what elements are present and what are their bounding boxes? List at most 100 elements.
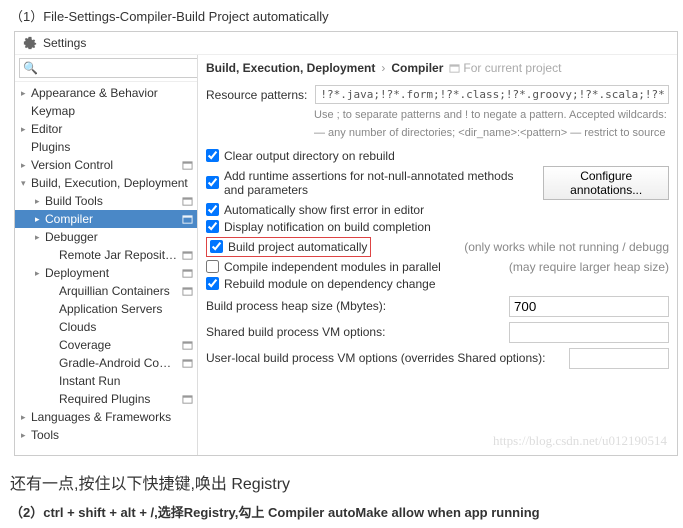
- tree-label: Clouds: [59, 320, 193, 334]
- check-label: Build project automatically: [228, 240, 367, 254]
- settings-window: Settings 🔍 ▸Appearance & BehaviorKeymap▸…: [14, 31, 678, 456]
- tree-label: Gradle-Android Compiler: [59, 356, 179, 370]
- tree-label: Build Tools: [45, 194, 179, 208]
- project-icon: [182, 340, 193, 351]
- settings-tree: ▸Appearance & BehaviorKeymap▸EditorPlugi…: [15, 82, 197, 446]
- check-row: Build project automatically (only works w…: [206, 237, 669, 257]
- sidebar-item-build-tools[interactable]: ▸Build Tools: [15, 192, 197, 210]
- checkbox-3[interactable]: [206, 220, 219, 233]
- crumb-parent: Build, Execution, Deployment: [206, 61, 375, 75]
- for-current-project: For current project: [449, 61, 561, 75]
- caret-icon: ▸: [21, 88, 31, 99]
- crumb-current: Compiler: [391, 61, 443, 75]
- sidebar-item-compiler[interactable]: ▸Compiler: [15, 210, 197, 228]
- sidebar-item-appearance-behavior[interactable]: ▸Appearance & Behavior: [15, 84, 197, 102]
- check-hint: (may require larger heap size): [509, 260, 669, 274]
- checkbox-5[interactable]: [206, 260, 219, 273]
- project-icon: [182, 160, 193, 171]
- sidebar-item-instant-run[interactable]: Instant Run: [15, 372, 197, 390]
- sidebar-item-application-servers[interactable]: Application Servers: [15, 300, 197, 318]
- caret-icon: ▸: [35, 268, 45, 279]
- sidebar-item-debugger[interactable]: ▸Debugger: [15, 228, 197, 246]
- caret-icon: ▸: [21, 160, 31, 171]
- tree-label: Required Plugins: [59, 392, 179, 406]
- sidebar-item-editor[interactable]: ▸Editor: [15, 120, 197, 138]
- tree-label: Keymap: [31, 104, 193, 118]
- search-row: 🔍: [15, 55, 197, 82]
- tree-label: Appearance & Behavior: [31, 86, 193, 100]
- caret-icon: ▸: [35, 196, 45, 207]
- caret-icon: ▸: [35, 214, 45, 225]
- tree-label: Deployment: [45, 266, 179, 280]
- sidebar-item-required-plugins[interactable]: Required Plugins: [15, 390, 197, 408]
- sidebar-item-deployment[interactable]: ▸Deployment: [15, 264, 197, 282]
- project-icon: [182, 250, 193, 261]
- search-icon: 🔍: [23, 61, 38, 75]
- sidebar-item-clouds[interactable]: Clouds: [15, 318, 197, 336]
- checkbox-1[interactable]: [206, 176, 219, 189]
- tree-label: Compiler: [45, 212, 179, 226]
- shared-vm-input[interactable]: [509, 322, 669, 343]
- heap-size-input[interactable]: [509, 296, 669, 317]
- tree-label: Remote Jar Repositories: [59, 248, 179, 262]
- check-row: Clear output directory on rebuild: [206, 149, 669, 163]
- check-label: Automatically show first error in editor: [224, 203, 424, 217]
- sidebar-item-remote-jar-repositories[interactable]: Remote Jar Repositories: [15, 246, 197, 264]
- user-vm-input[interactable]: [569, 348, 669, 369]
- sidebar-item-plugins[interactable]: Plugins: [15, 138, 197, 156]
- caret-icon: ▸: [35, 232, 45, 243]
- watermark: https://blog.csdn.net/u012190514: [493, 433, 667, 449]
- checkbox-4[interactable]: [210, 240, 223, 253]
- project-icon: [182, 268, 193, 279]
- checkbox-0[interactable]: [206, 149, 219, 162]
- check-label: Rebuild module on dependency change: [224, 277, 436, 291]
- search-input[interactable]: [19, 58, 198, 78]
- sidebar-item-build-execution-deployment[interactable]: ▾Build, Execution, Deployment: [15, 174, 197, 192]
- project-icon: [182, 286, 193, 297]
- tree-label: Plugins: [31, 140, 193, 154]
- tree-label: Tools: [31, 428, 193, 442]
- gear-icon: [23, 36, 37, 50]
- sidebar-item-gradle-android-compiler[interactable]: Gradle-Android Compiler: [15, 354, 197, 372]
- checkbox-6[interactable]: [206, 277, 219, 290]
- check-row: Display notification on build completion: [206, 220, 669, 234]
- check-label: Display notification on build completion: [224, 220, 431, 234]
- sidebar-item-languages-frameworks[interactable]: ▸Languages & Frameworks: [15, 408, 197, 426]
- main-panel: Build, Execution, Deployment › Compiler …: [198, 55, 677, 455]
- tree-label: Instant Run: [59, 374, 193, 388]
- check-hint: (only works while not running / debugg: [464, 240, 669, 254]
- check-row: Rebuild module on dependency change: [206, 277, 669, 291]
- registry-note: 还有一点,按住以下快捷键,唤出 Registry: [10, 470, 673, 494]
- sidebar-item-keymap[interactable]: Keymap: [15, 102, 197, 120]
- patterns-hint-1: Use ; to separate patterns and ! to nega…: [314, 108, 669, 122]
- sidebar-item-tools[interactable]: ▸Tools: [15, 426, 197, 444]
- step-1-text: （1）File-Settings-Compiler-Build Project …: [10, 6, 673, 25]
- project-icon: [449, 63, 460, 74]
- check-label: Compile independent modules in parallel: [224, 260, 441, 274]
- sidebar-item-version-control[interactable]: ▸Version Control: [15, 156, 197, 174]
- resource-patterns-input[interactable]: [315, 85, 669, 104]
- caret-icon: ▸: [21, 124, 31, 135]
- sidebar-item-arquillian-containers[interactable]: Arquillian Containers: [15, 282, 197, 300]
- check-row: Add runtime assertions for not-null-anno…: [206, 166, 669, 200]
- project-icon: [182, 214, 193, 225]
- project-icon: [182, 196, 193, 207]
- shared-vm-label: Shared build process VM options:: [206, 325, 385, 339]
- highlight-box: Build project automatically: [206, 237, 371, 257]
- project-icon: [182, 394, 193, 405]
- caret-icon: ▸: [21, 430, 31, 441]
- sidebar: 🔍 ▸Appearance & BehaviorKeymap▸EditorPlu…: [15, 55, 198, 455]
- checkbox-2[interactable]: [206, 203, 219, 216]
- patterns-hint-2: — any number of directories; <dir_name>:…: [314, 126, 669, 140]
- user-vm-label: User-local build process VM options (ove…: [206, 351, 546, 365]
- tree-label: Application Servers: [59, 302, 193, 316]
- tree-label: Arquillian Containers: [59, 284, 179, 298]
- tree-label: Coverage: [59, 338, 179, 352]
- tree-label: Debugger: [45, 230, 193, 244]
- check-row: Compile independent modules in parallel (…: [206, 260, 669, 274]
- configure-annotations-button[interactable]: Configure annotations...: [543, 166, 669, 200]
- check-row: Automatically show first error in editor: [206, 203, 669, 217]
- tree-label: Languages & Frameworks: [31, 410, 193, 424]
- sidebar-item-coverage[interactable]: Coverage: [15, 336, 197, 354]
- check-label: Add runtime assertions for not-null-anno…: [224, 169, 530, 197]
